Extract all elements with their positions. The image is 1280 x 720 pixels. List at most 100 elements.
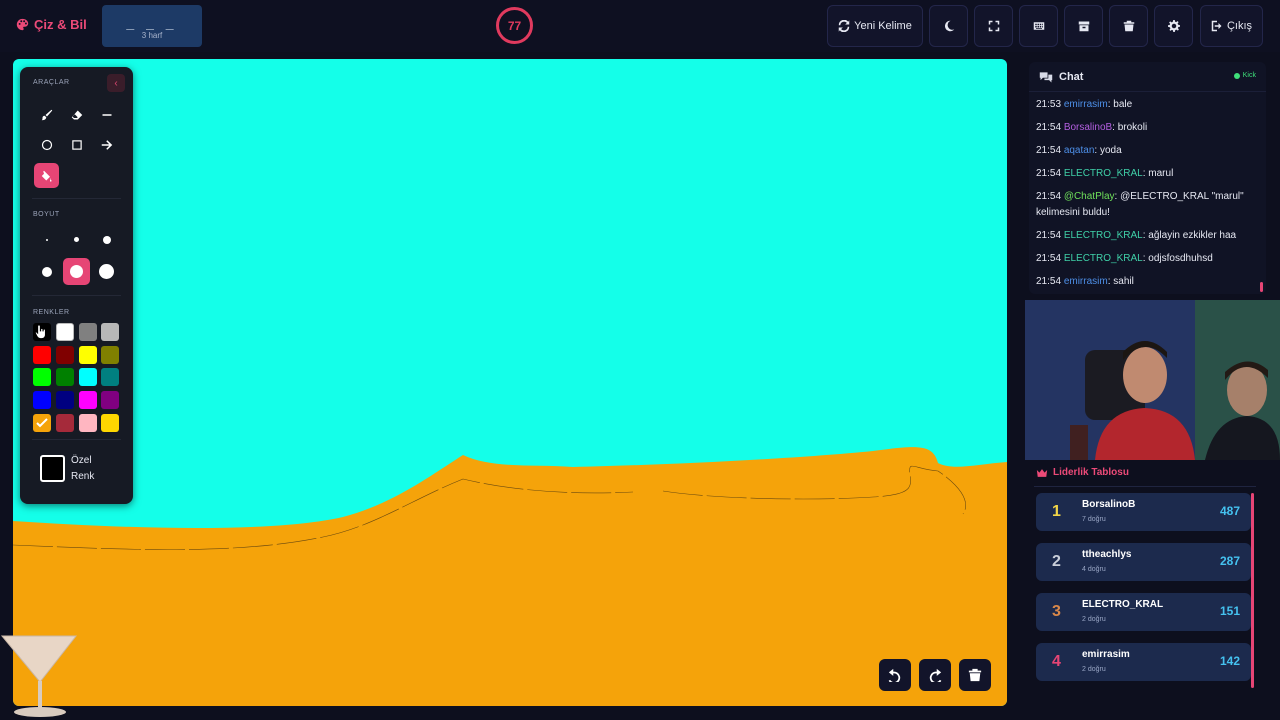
color-swatch[interactable] (101, 391, 119, 409)
color-swatch[interactable] (79, 391, 97, 409)
message-text: : yoda (1094, 145, 1122, 156)
message-user[interactable]: ELECTRO_KRAL (1064, 168, 1143, 179)
color-swatch[interactable] (79, 346, 97, 364)
collapse-panel-button[interactable]: ‹ (107, 74, 125, 92)
dark-mode-button[interactable] (929, 5, 968, 47)
color-swatch[interactable] (79, 414, 97, 432)
color-swatch[interactable] (101, 368, 119, 386)
clear-button[interactable] (1109, 5, 1148, 47)
cocktail-glass-icon (0, 635, 78, 717)
color-swatch[interactable] (101, 346, 119, 364)
keyboard-icon (1033, 22, 1044, 30)
message-user[interactable]: aqatan (1064, 145, 1095, 156)
message-user[interactable]: emirrasim (1064, 276, 1108, 287)
size-option-6[interactable] (94, 259, 119, 284)
app-logo: Çiz & Bil (16, 17, 87, 32)
circle-tool[interactable] (34, 132, 59, 157)
size-option-5[interactable] (63, 258, 90, 285)
message-time: 21:54 (1036, 191, 1062, 202)
clear-canvas-button[interactable] (959, 659, 991, 691)
custom-color-label: Özel Renk (71, 453, 94, 485)
size-option-2[interactable] (64, 227, 89, 252)
color-swatch[interactable] (79, 323, 97, 341)
fill-tool[interactable] (34, 163, 59, 188)
refresh-icon (838, 20, 850, 32)
leaderboard-scrollbar[interactable] (1251, 493, 1254, 688)
check-icon (36, 418, 48, 428)
chat-scrollbar[interactable] (1260, 282, 1263, 292)
message-user[interactable]: BorsalinoB (1064, 122, 1112, 133)
leaderboard-row: 3 ELECTRO_KRAL 2 doğru 151 (1036, 593, 1251, 631)
player-rank: 2 (1052, 553, 1061, 570)
leaderboard-title-label: Liderlik Tablosu (1053, 467, 1129, 478)
redo-button[interactable] (919, 659, 951, 691)
undo-button[interactable] (879, 659, 911, 691)
arrow-tool[interactable] (94, 132, 119, 157)
color-swatch[interactable] (79, 368, 97, 386)
chat-message: 21:54 @ChatPlay: @ELECTRO_KRAL "marul" k… (1036, 189, 1258, 221)
divider (32, 295, 121, 296)
brush-tool[interactable] (34, 102, 59, 127)
moon-icon (944, 20, 954, 32)
exit-button[interactable]: Çıkış (1200, 5, 1263, 47)
chat-header: Chat (1029, 62, 1266, 92)
color-swatch[interactable] (56, 346, 74, 364)
undo-icon (888, 668, 901, 682)
color-swatch[interactable] (33, 346, 51, 364)
settings-button[interactable] (1154, 5, 1193, 47)
redo-icon (929, 668, 942, 682)
size-option-3[interactable] (94, 227, 119, 252)
chat-message: 21:54 ELECTRO_KRAL: ağlayin ezkikler haa (1036, 228, 1258, 244)
size-option-1[interactable] (34, 227, 59, 252)
player-score: 487 (1219, 504, 1240, 518)
chat-bubbles-icon (1039, 71, 1053, 82)
new-word-button[interactable]: Yeni Kelime (827, 5, 923, 47)
chat-message: 21:54 emirrasim: sahil (1036, 274, 1258, 290)
message-user[interactable]: emirrasim (1064, 99, 1108, 110)
color-swatch[interactable] (33, 368, 51, 386)
leaderboard-row: 4 emirrasim 2 doğru 142 (1036, 643, 1251, 681)
exit-label: Çıkış (1226, 20, 1253, 32)
color-swatch[interactable] (56, 414, 74, 432)
chat-source: Kick (1242, 72, 1256, 79)
word-length: 3 harf (141, 31, 163, 40)
message-text: : sahil (1107, 276, 1134, 287)
player-correct-count: 7 doğru (1082, 516, 1106, 523)
message-user[interactable]: ELECTRO_KRAL (1064, 253, 1143, 264)
divider (1034, 486, 1256, 487)
tools-title: ARAÇLAR (33, 79, 70, 86)
leaderboard-row: 2 ttheachlys 4 doğru 287 (1036, 543, 1251, 581)
color-swatch[interactable] (56, 368, 74, 386)
message-time: 21:54 (1036, 253, 1062, 264)
color-swatch[interactable] (33, 414, 51, 432)
archive-button[interactable] (1064, 5, 1103, 47)
custom-color-picker[interactable] (40, 455, 65, 482)
fullscreen-button[interactable] (974, 5, 1013, 47)
eraser-tool[interactable] (64, 102, 89, 127)
player-name: emirrasim (1082, 649, 1130, 660)
canvas-drawing (13, 447, 1007, 706)
hand-cursor-icon (35, 324, 46, 339)
color-swatch[interactable] (56, 391, 74, 409)
palette-icon (16, 18, 29, 31)
message-user[interactable]: ELECTRO_KRAL (1064, 230, 1143, 241)
color-swatch[interactable] (101, 414, 119, 432)
player-name: ELECTRO_KRAL (1082, 599, 1164, 610)
drawing-canvas[interactable] (13, 59, 1007, 706)
color-swatch[interactable] (56, 323, 74, 341)
color-swatch[interactable] (33, 391, 51, 409)
message-time: 21:54 (1036, 145, 1062, 156)
message-user[interactable]: @ChatPlay (1064, 191, 1115, 202)
line-tool[interactable] (94, 102, 119, 127)
size-option-4[interactable] (34, 259, 59, 284)
logout-icon (1211, 20, 1222, 32)
rectangle-tool[interactable] (64, 132, 89, 157)
player-score: 142 (1219, 654, 1240, 668)
circle-icon (41, 139, 52, 150)
player-rank: 4 (1052, 653, 1061, 670)
brush-icon (41, 109, 52, 120)
chat-title: Chat (1059, 70, 1084, 83)
keyboard-button[interactable] (1019, 5, 1058, 47)
color-swatch[interactable] (101, 323, 119, 341)
line-icon (102, 113, 111, 116)
